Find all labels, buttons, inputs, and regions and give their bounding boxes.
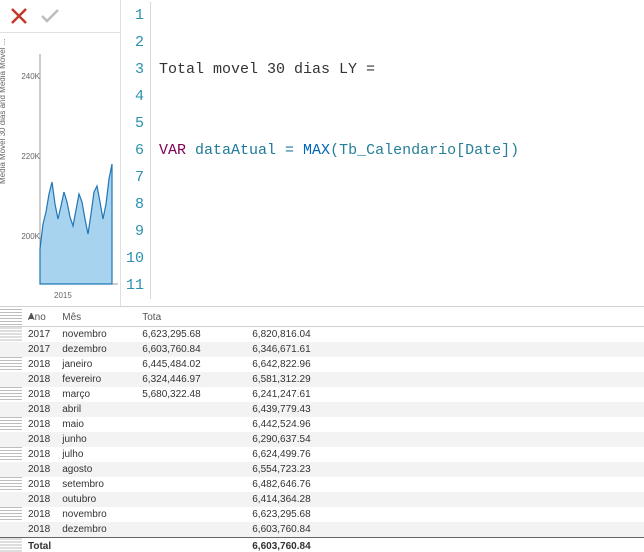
line-number-gutter: 1 2 3 4 5 6 7 8 9 10 11 xyxy=(121,0,151,306)
table-row[interactable]: 2018fevereiro6,324,446.976,581,312.29 xyxy=(0,372,644,387)
chart-y-label: Media Movel 30 dias and Media Movel ... xyxy=(0,39,7,184)
table-row[interactable]: 2018dezembro6,603,760.84 xyxy=(0,522,644,538)
cancel-icon[interactable] xyxy=(10,7,28,25)
col-ano: ▲Ano xyxy=(22,309,56,327)
table-row[interactable]: 2018agosto6,554,723.23 xyxy=(0,462,644,477)
table-row[interactable]: 2018abril6,439,779.43 xyxy=(0,402,644,417)
table-row[interactable]: 2018janeiro6,445,484.026,642,822.96 xyxy=(0,357,644,372)
preview-panel: Media Movel 30 dias and Media Movel ... … xyxy=(0,0,121,306)
table-row[interactable]: 2017dezembro6,603,760.846,346,671.61 xyxy=(0,342,644,357)
table-row[interactable]: 2018julho6,624,499.76 xyxy=(0,447,644,462)
data-table[interactable]: ▲Ano Mês Tota 2017novembro6,623,295.686,… xyxy=(0,309,644,552)
table-row[interactable]: 2018maio6,442,524.96 xyxy=(0,417,644,432)
formula-editor[interactable]: Total movel 30 dias LY = VAR dataAtual =… xyxy=(151,0,644,306)
table-row[interactable]: 2018junho6,290,637.54 xyxy=(0,432,644,447)
preview-chart: Media Movel 30 dias and Media Movel ... … xyxy=(0,34,120,306)
table-row[interactable]: 2018março5,680,322.486,241,247.61 xyxy=(0,387,644,402)
table-row[interactable]: 2018outubro6,414,364.28 xyxy=(0,492,644,507)
table-total-row: Total 6,603,760.84 xyxy=(0,538,644,552)
table-row[interactable]: 2018setembro6,482,646.76 xyxy=(0,477,644,492)
col-mes: Mês xyxy=(56,309,136,327)
table-header-row[interactable]: ▲Ano Mês Tota xyxy=(0,309,644,327)
table-row[interactable]: 2018novembro6,623,295.68 xyxy=(0,507,644,522)
confirm-icon[interactable] xyxy=(40,7,60,25)
table-row[interactable]: 2017novembro6,623,295.686,820,816.04 xyxy=(0,327,644,343)
col-v1: Tota xyxy=(136,309,246,327)
col-v2 xyxy=(246,309,356,327)
